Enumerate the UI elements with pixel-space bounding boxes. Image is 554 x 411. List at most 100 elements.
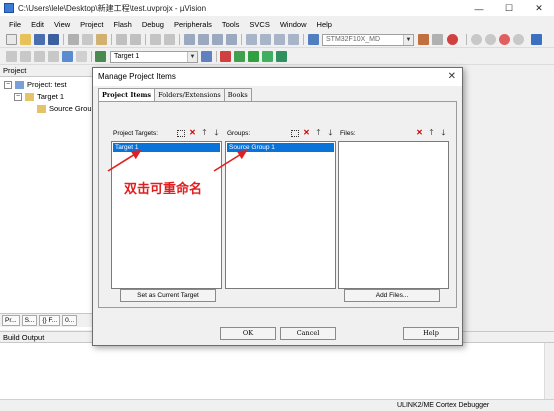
batch-build-icon[interactable]	[48, 51, 59, 62]
move-down-icon[interactable]: 🡓	[325, 128, 336, 139]
set-current-target-button[interactable]: Set as Current Target	[120, 289, 216, 302]
project-panel-tabs: Pr... S... {} F... 0...	[0, 313, 95, 327]
translate-icon[interactable]	[6, 51, 17, 62]
insert-breakpoint-icon[interactable]	[471, 34, 482, 45]
menu-debug[interactable]: Debug	[137, 20, 169, 29]
redo-icon[interactable]	[130, 34, 141, 45]
indent-icon[interactable]	[246, 34, 257, 45]
collapse-icon[interactable]: −	[14, 92, 22, 101]
files-list[interactable]	[338, 141, 449, 289]
build-output-scrollbar[interactable]	[544, 343, 554, 399]
load-icon[interactable]	[95, 51, 106, 62]
maximize-button[interactable]: ☐	[494, 0, 524, 17]
chevron-down-icon[interactable]: ▼	[403, 35, 413, 45]
cancel-button[interactable]: Cancel	[280, 327, 336, 340]
tab-books[interactable]: S...	[21, 315, 38, 326]
window-layout-icon[interactable]	[531, 34, 542, 45]
disable-breakpoints-icon[interactable]	[499, 34, 510, 45]
delete-icon[interactable]: ✕	[301, 128, 312, 139]
tree-source-group[interactable]: Source Group	[37, 104, 96, 113]
close-window-button[interactable]: ✕	[524, 0, 554, 17]
device-combo[interactable]: STM32F10X_MD ▼	[322, 34, 414, 46]
open-file-icon[interactable]	[20, 34, 31, 45]
build-output-pane[interactable]	[0, 343, 544, 399]
menu-peripherals[interactable]: Peripherals	[169, 20, 217, 29]
find-in-files-icon[interactable]	[432, 34, 443, 45]
tab-books[interactable]: Books	[223, 88, 252, 101]
new-item-icon[interactable]	[289, 128, 300, 139]
move-down-icon[interactable]: 🡓	[211, 128, 222, 139]
menu-tools[interactable]: Tools	[217, 20, 245, 29]
toolbar-separator	[145, 34, 146, 45]
toolbar-separator	[179, 34, 180, 45]
tree-target[interactable]: − Target 1	[14, 92, 64, 101]
nav-forward-icon[interactable]	[164, 34, 175, 45]
chevron-down-icon[interactable]: ▼	[187, 52, 197, 62]
tab-project-items[interactable]: Project Items	[98, 88, 156, 102]
tree-project-root[interactable]: − Project: test	[4, 80, 67, 89]
debug-session-icon[interactable]	[447, 34, 458, 45]
manage-project-items-icon[interactable]	[220, 51, 231, 62]
save-all-icon[interactable]	[48, 34, 59, 45]
project-targets-list[interactable]: Target 1	[111, 141, 222, 289]
enable-breakpoint-icon[interactable]	[485, 34, 496, 45]
menu-flash[interactable]: Flash	[109, 20, 137, 29]
target-combo[interactable]: Target 1 ▼	[110, 51, 198, 63]
menu-window[interactable]: Window	[275, 20, 312, 29]
move-up-icon[interactable]: 🡑	[199, 128, 210, 139]
ok-button[interactable]: OK	[220, 327, 276, 340]
tab-folders-extensions[interactable]: Folders/Extensions	[154, 88, 225, 101]
download-icon[interactable]	[62, 51, 73, 62]
cut-icon[interactable]	[68, 34, 79, 45]
group-item[interactable]: Source Group 1	[227, 143, 334, 152]
undo-icon[interactable]	[116, 34, 127, 45]
close-icon[interactable]: ✕	[448, 71, 456, 83]
move-up-icon[interactable]: 🡑	[313, 128, 324, 139]
toolbar-separator	[63, 34, 64, 45]
bookmark-icon[interactable]	[184, 34, 195, 45]
menu-view[interactable]: View	[49, 20, 75, 29]
copy-icon[interactable]	[82, 34, 93, 45]
comment-icon[interactable]	[274, 34, 285, 45]
run-time-environment-icon[interactable]	[276, 51, 287, 62]
stop-build-icon[interactable]	[76, 51, 87, 62]
kill-breakpoints-icon[interactable]	[513, 34, 524, 45]
find-icon[interactable]	[418, 34, 429, 45]
tab-project[interactable]: Pr...	[2, 315, 20, 326]
delete-icon[interactable]: ✕	[414, 128, 425, 139]
rebuild-icon[interactable]	[34, 51, 45, 62]
new-item-icon[interactable]	[175, 128, 186, 139]
nav-back-icon[interactable]	[150, 34, 161, 45]
clear-bookmarks-icon[interactable]	[226, 34, 237, 45]
prev-bookmark-icon[interactable]	[198, 34, 209, 45]
target-options-icon[interactable]	[201, 51, 212, 62]
groups-list[interactable]: Source Group 1	[225, 141, 336, 289]
new-file-icon[interactable]	[6, 34, 17, 45]
build-icon[interactable]	[20, 51, 31, 62]
unindent-icon[interactable]	[260, 34, 271, 45]
select-packs-icon[interactable]	[248, 51, 259, 62]
menu-help[interactable]: Help	[312, 20, 337, 29]
tab-templates[interactable]: 0...	[62, 315, 78, 326]
uncomment-icon[interactable]	[288, 34, 299, 45]
move-down-icon[interactable]: 🡓	[438, 128, 449, 139]
move-up-icon[interactable]: 🡑	[426, 128, 437, 139]
menu-project[interactable]: Project	[75, 20, 108, 29]
menu-edit[interactable]: Edit	[26, 20, 49, 29]
file-extensions-icon[interactable]	[234, 51, 245, 62]
menu-file[interactable]: File	[4, 20, 26, 29]
pack-installer-icon[interactable]	[262, 51, 273, 62]
delete-icon[interactable]: ✕	[187, 128, 198, 139]
uvision-app-icon	[4, 3, 14, 13]
title-bar: C:\Users\lele\Desktop\新建工程\test.uvprojx …	[0, 0, 554, 17]
menu-svcs[interactable]: SVCS	[244, 20, 274, 29]
collapse-icon[interactable]: −	[4, 80, 12, 89]
minimize-button[interactable]: —	[464, 0, 494, 17]
tab-functions[interactable]: {} F...	[39, 315, 61, 326]
help-button[interactable]: Help	[403, 327, 459, 340]
paste-icon[interactable]	[96, 34, 107, 45]
save-icon[interactable]	[34, 34, 45, 45]
next-bookmark-icon[interactable]	[212, 34, 223, 45]
target-item[interactable]: Target 1	[113, 143, 220, 152]
add-files-button[interactable]: Add Files...	[344, 289, 440, 302]
